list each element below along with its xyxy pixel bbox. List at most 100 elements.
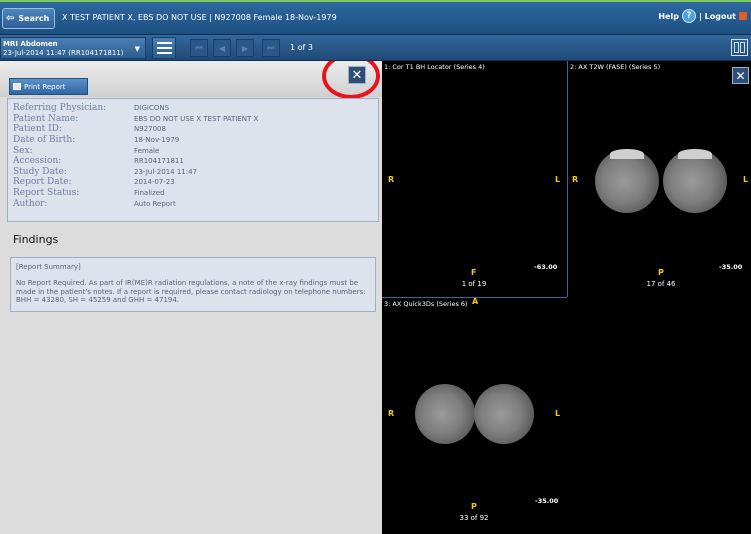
close-report-button[interactable]: ✕ <box>348 66 366 84</box>
viewport-tile-3[interactable]: 3: AX Quick3Ds (Series 6) A R L P -35.00… <box>382 297 567 534</box>
orientation-right: L <box>555 409 561 418</box>
orientation-top: A <box>472 297 479 306</box>
header-accent-line <box>0 0 751 2</box>
viewport-tile-4[interactable] <box>568 298 751 534</box>
layout-pane <box>740 42 745 53</box>
study-toolbar: MRI Abdomen 23-Jul-2014 11:47 (RR1041718… <box>0 35 751 61</box>
info-value: N927008 <box>134 125 166 134</box>
patient-banner: X TEST PATIENT X, EBS DO NOT USE | N9270… <box>62 13 337 22</box>
findings-heading: Findings <box>13 233 59 246</box>
info-label: Date of Birth: <box>13 135 76 146</box>
mri-image <box>610 149 644 159</box>
back-arrow-icon: ⇦ <box>6 12 15 24</box>
report-toolbar: Print Report ✕ <box>0 61 382 99</box>
printer-icon <box>13 83 21 90</box>
close-viewport-button[interactable]: ✕ <box>732 67 749 84</box>
first-page-button[interactable]: ⏮ <box>190 39 208 57</box>
info-row: Referring Physician: DIGICONS <box>13 103 373 114</box>
menu-icon-bar <box>156 47 172 49</box>
slice-count: 17 of 46 <box>646 280 676 288</box>
help-icon[interactable]: ? <box>681 9 696 23</box>
info-value: DIGICONS <box>134 104 170 113</box>
logout-link[interactable]: | Logout <box>699 12 736 21</box>
info-row: Sex: Female <box>13 145 373 156</box>
info-row: Date of Birth: 18-Nov-1979 <box>13 135 373 146</box>
info-value: 23-Jul-2014 11:47 <box>134 167 198 176</box>
last-page-button[interactable]: ⏭ <box>262 39 280 57</box>
info-label: Sex: <box>13 145 33 156</box>
logout-icon[interactable] <box>739 12 747 20</box>
info-value: Auto Report <box>134 199 176 208</box>
series-title: 3: AX Quick3Ds (Series 6) <box>384 300 468 308</box>
info-value: 18-Nov-1979 <box>134 136 180 145</box>
viewport-tile-2[interactable]: 2: AX T2W (FASE) (Series 5) ✕ R L P -35.… <box>568 61 751 297</box>
close-icon: ✕ <box>351 67 363 83</box>
print-report-label: Print Report <box>24 82 66 91</box>
info-label: Patient Name: <box>13 113 79 124</box>
menu-button[interactable] <box>152 37 176 59</box>
info-row: Report Date: 2014-07-23 <box>13 177 373 188</box>
summary-title: [Report Summary] <box>16 263 81 271</box>
info-row: Accession: RR104171811 <box>13 156 373 167</box>
slice-position: -35.00 <box>535 497 559 505</box>
search-button-label: Search <box>18 14 50 23</box>
summary-text: No Report Required. As part of IR(ME)R r… <box>16 279 366 304</box>
report-info-box: Referring Physician: DIGICONS Patient Nam… <box>7 98 379 222</box>
close-icon: ✕ <box>735 68 746 83</box>
info-row: Report Status: Finalized <box>13 188 373 199</box>
info-label: Accession: <box>13 156 62 167</box>
mri-image <box>415 384 475 444</box>
info-value: EBS DO NOT USE X TEST PATIENT X <box>134 114 259 123</box>
info-row: Patient ID: N927008 <box>13 124 373 135</box>
print-report-button[interactable]: Print Report <box>9 78 88 95</box>
info-label: Study Date: <box>13 166 67 177</box>
info-value: Female <box>134 146 160 155</box>
image-viewer: 1: Cor T1 BH Locator (Series 4) R L F -6… <box>382 61 751 534</box>
top-header-bar: ⇦ Search X TEST PATIENT X, EBS DO NOT US… <box>0 0 751 35</box>
info-label: Referring Physician: <box>13 103 107 114</box>
info-label: Patient ID: <box>13 124 62 135</box>
info-row: Patient Name: EBS DO NOT USE X TEST PATIE… <box>13 114 373 125</box>
orientation-right: L <box>743 175 749 184</box>
study-name: MRI Abdomen <box>3 40 58 48</box>
layout-pane <box>734 42 739 53</box>
mri-image <box>474 384 534 444</box>
slice-count: 33 of 92 <box>459 514 489 522</box>
chevron-down-icon: ▼ <box>134 45 140 53</box>
menu-icon-bar <box>156 52 172 54</box>
orientation-left: R <box>388 175 395 184</box>
info-value: Finalized <box>134 189 165 198</box>
viewport-tile-1[interactable]: 1: Cor T1 BH Locator (Series 4) R L F -6… <box>382 61 567 297</box>
info-label: Report Date: <box>13 177 72 188</box>
search-button[interactable]: ⇦ Search <box>2 8 55 29</box>
slice-position: -63.00 <box>534 263 558 271</box>
orientation-bottom: F <box>471 268 477 277</box>
series-title: 1: Cor T1 BH Locator (Series 4) <box>384 63 485 71</box>
next-page-button[interactable]: ▶ <box>236 39 254 57</box>
info-label: Author: <box>13 198 48 209</box>
orientation-right: L <box>555 175 561 184</box>
series-title: 2: AX T2W (FASE) (Series 5) <box>570 63 661 71</box>
app-window: ⇦ Search X TEST PATIENT X, EBS DO NOT US… <box>0 0 751 534</box>
previous-page-button[interactable]: ◀ <box>213 39 231 57</box>
info-value: RR104171811 <box>134 157 184 166</box>
report-summary-box: [Report Summary] No Report Required. As … <box>10 257 376 312</box>
info-row: Author: Auto Report <box>13 198 373 209</box>
help-logout-area: Help ? | Logout <box>658 9 747 23</box>
info-value: 2014-07-23 <box>134 178 175 187</box>
orientation-bottom: P <box>471 502 477 511</box>
mri-image <box>678 149 712 159</box>
orientation-left: R <box>388 409 395 418</box>
study-selector[interactable]: MRI Abdomen 23-Jul-2014 11:47 (RR1041718… <box>0 37 146 59</box>
page-indicator: 1 of 3 <box>290 43 313 52</box>
info-row: Study Date: 23-Jul-2014 11:47 <box>13 167 373 178</box>
help-link[interactable]: Help <box>658 12 679 21</box>
report-panel: Print Report ✕ Referring Physician: DIGIC… <box>0 61 382 534</box>
slice-count: 1 of 19 <box>461 280 487 288</box>
orientation-bottom: P <box>658 268 664 277</box>
slice-position: -35.00 <box>719 263 743 271</box>
orientation-left: R <box>572 175 579 184</box>
study-detail: 23-Jul-2014 11:47 (RR104171811) <box>3 49 124 57</box>
info-label: Report Status: <box>13 188 80 199</box>
layout-icon[interactable] <box>731 39 748 56</box>
